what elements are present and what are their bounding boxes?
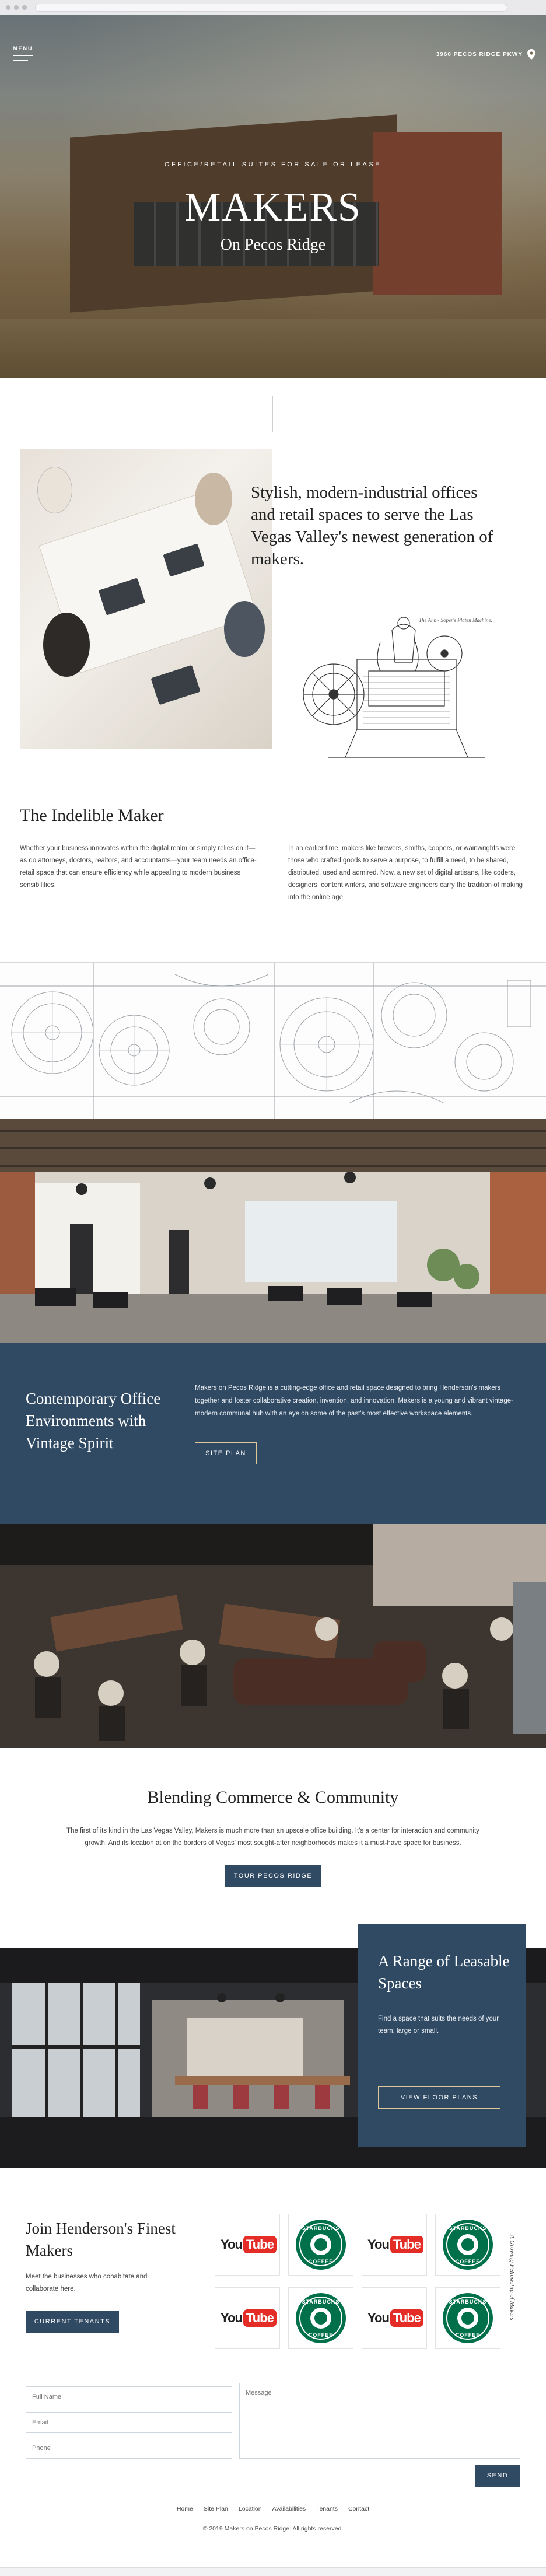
printing-press-engraving [303, 617, 485, 758]
hero-section: MENU 3960 PECOS RIDGE PKWY OFFICE/RETAIL… [0, 15, 546, 378]
youtube-logo: You Tube [220, 2308, 276, 2329]
footer-link-availabilities[interactable]: Availabilities [272, 2505, 306, 2512]
tour-pecos-ridge-button[interactable]: TOUR PECOS RIDGE [225, 1865, 321, 1887]
youtube-logo-you: You [220, 2237, 243, 2252]
youtube-logo-you: You [368, 2311, 390, 2325]
indelible-left-text: Whether your business innovates within t… [20, 845, 257, 889]
gears-blueprint-illustration [0, 963, 546, 1119]
footer-link-location[interactable]: Location [239, 2505, 262, 2512]
address-text: 3960 PECOS RIDGE PKWY [436, 51, 523, 58]
tenant-logo-tile[interactable]: STARBUCKS COFFEE [288, 2214, 354, 2276]
site-plan-button[interactable]: SITE PLAN [195, 1442, 257, 1464]
office-interior-photo [0, 1119, 546, 1343]
youtube-logo: You Tube [220, 2234, 276, 2255]
starbucks-logo: STARBUCKS COFFEE [296, 2220, 346, 2270]
tenant-logo-tile[interactable]: STARBUCKS COFFEE [435, 2287, 501, 2349]
view-floor-plans-button[interactable]: VIEW FLOOR PLANS [378, 2086, 501, 2109]
footer-link-contact[interactable]: Contact [348, 2505, 369, 2512]
lounge-photo [0, 1524, 546, 1748]
menu-button[interactable]: MENU [13, 46, 36, 69]
phone-field[interactable] [26, 2438, 232, 2459]
starbucks-logo-bottom: COFFEE [308, 2259, 334, 2264]
page-bottom-edge [0, 2567, 546, 2576]
footer-link-tenants[interactable]: Tenants [316, 2505, 338, 2512]
window-dot[interactable] [14, 5, 19, 10]
leasable-spaces-card: A Range of Leasable Spaces Find a space … [358, 1924, 526, 2147]
person-shape [37, 467, 72, 513]
full-name-field[interactable] [26, 2386, 232, 2407]
browser-chrome [0, 0, 546, 15]
contemporary-text: Makers on Pecos Ridge is a cutting-edge … [195, 1385, 513, 1417]
contemporary-section: Contemporary Office Environments with Vi… [0, 1343, 546, 1524]
send-button[interactable]: SEND [475, 2465, 520, 2487]
map-pin-icon [527, 49, 536, 60]
section-divider [272, 396, 273, 432]
hamburger-icon [13, 55, 33, 56]
hamburger-icon [13, 60, 28, 61]
hero-title: MAKERS [184, 185, 362, 230]
copyright-text: © 2019 Makers on Pecos Ridge. All rights… [202, 2525, 344, 2532]
starbucks-logo: STARBUCKS COFFEE [443, 2293, 493, 2343]
tenants-title: Join Henderson's Finest Makers [26, 2220, 176, 2259]
youtube-logo: You Tube [368, 2234, 424, 2255]
starbucks-logo-bottom: COFFEE [455, 2259, 481, 2264]
blending-title: Blending Commerce & Community [147, 1788, 399, 1807]
starbucks-logo: STARBUCKS COFFEE [443, 2220, 493, 2270]
youtube-logo-tube: Tube [243, 2236, 276, 2253]
starbucks-logo-bottom: COFFEE [455, 2332, 481, 2338]
starbucks-logo: STARBUCKS COFFEE [296, 2293, 346, 2343]
youtube-logo: You Tube [368, 2308, 424, 2329]
person-shape [43, 613, 90, 677]
person-shape [224, 601, 265, 657]
email-field[interactable] [26, 2412, 232, 2433]
intro-heading: Stylish, modern-industrial offices and r… [251, 483, 494, 568]
tenant-logo-tile[interactable]: You Tube [215, 2214, 280, 2276]
blending-text: The first of its kind in the Las Vegas V… [66, 1827, 480, 1847]
youtube-logo-tube: Tube [243, 2309, 276, 2327]
collaboration-photo [20, 449, 272, 749]
footer-nav: Home Site Plan Location Availabilities T… [0, 2505, 546, 2512]
tenant-logo-tile[interactable]: You Tube [215, 2287, 280, 2349]
youtube-logo-you: You [368, 2237, 390, 2252]
address-bar[interactable] [35, 4, 508, 12]
current-tenants-button[interactable]: CURRENT TENANTS [26, 2311, 119, 2333]
tenant-logo-tile[interactable]: STARBUCKS COFFEE [435, 2214, 501, 2276]
indelible-title: The Indelible Maker [20, 806, 164, 825]
footer-link-site-plan[interactable]: Site Plan [204, 2505, 228, 2512]
tenant-logo-tile[interactable]: STARBUCKS COFFEE [288, 2287, 354, 2349]
window-dot[interactable] [22, 5, 27, 10]
leasable-spaces-title: A Range of Leasable Spaces [378, 1952, 510, 1992]
youtube-logo-tube: Tube [390, 2236, 424, 2253]
indelible-right-text: In an earlier time, makers like brewers,… [288, 845, 523, 901]
fellowship-caption: A Growing Fellowship of Makers [508, 2235, 517, 2375]
footer-link-home[interactable]: Home [177, 2505, 193, 2512]
press-caption: The Ann - Soper's Platen Machine. [419, 617, 492, 623]
address-link[interactable]: 3960 PECOS RIDGE PKWY [436, 49, 536, 60]
tenant-logo-tile[interactable]: You Tube [362, 2287, 427, 2349]
tenant-logo-tile[interactable]: You Tube [362, 2214, 427, 2276]
tenants-text: Meet the businesses who cohabitate and c… [26, 2273, 148, 2292]
starbucks-logo-bottom: COFFEE [308, 2332, 334, 2338]
youtube-logo-tube: Tube [390, 2309, 424, 2327]
window-dot[interactable] [6, 5, 10, 10]
youtube-logo-you: You [220, 2311, 243, 2325]
starbucks-logo-top: STARBUCKS [449, 2299, 487, 2305]
hero-tagline: On Pecos Ridge [220, 236, 326, 254]
fellowship-caption-text: A Growing Fellowship of Makers [509, 2235, 516, 2320]
message-field[interactable] [239, 2383, 520, 2459]
starbucks-logo-top: STARBUCKS [449, 2225, 487, 2231]
starbucks-logo-top: STARBUCKS [302, 2299, 340, 2305]
laptop-shape [150, 665, 201, 705]
leasable-spaces-text: Find a space that suits the needs of you… [378, 2015, 499, 2035]
menu-label: MENU [13, 46, 33, 51]
hero-subtitle: OFFICE/RETAIL SUITES FOR SALE OR LEASE [164, 161, 382, 168]
starbucks-logo-top: STARBUCKS [302, 2225, 340, 2231]
contemporary-title: Contemporary Office Environments with Vi… [26, 1390, 161, 1452]
person-shape [195, 473, 232, 525]
